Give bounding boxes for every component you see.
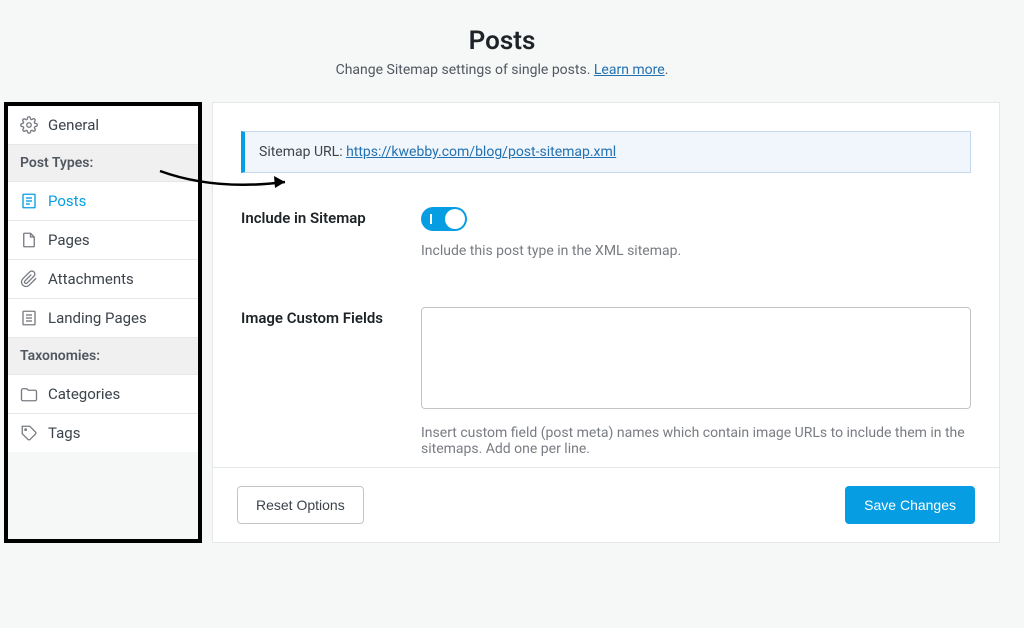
sidebar-item-label: Attachments [48, 270, 134, 288]
sidebar-item-landing-pages[interactable]: Landing Pages [8, 299, 198, 338]
sitemap-url-link[interactable]: https://kwebby.com/blog/post-sitemap.xml [346, 144, 616, 160]
image-custom-fields-help: Insert custom field (post meta) names wh… [421, 425, 971, 457]
sidebar-item-label: Tags [48, 424, 80, 442]
include-in-sitemap-toggle[interactable] [421, 207, 467, 231]
paperclip-icon [20, 270, 38, 288]
tag-icon [20, 424, 38, 442]
sidebar-section-post-types: Post Types: [8, 145, 198, 182]
sidebar-item-posts[interactable]: Posts [8, 182, 198, 221]
sidebar-item-general[interactable]: General [8, 106, 198, 145]
document-icon [20, 309, 38, 327]
reset-button[interactable]: Reset Options [237, 486, 364, 524]
page-title: Posts [4, 26, 1000, 56]
sitemap-url-notice: Sitemap URL: https://kwebby.com/blog/pos… [241, 131, 971, 173]
sidebar-item-categories[interactable]: Categories [8, 375, 198, 414]
include-help-text: Include this post type in the XML sitema… [421, 243, 971, 259]
sidebar-section-taxonomies: Taxonomies: [8, 338, 198, 375]
folder-icon [20, 385, 38, 403]
page-subtitle: Change Sitemap settings of single posts.… [4, 62, 1000, 78]
sidebar-item-tags[interactable]: Tags [8, 414, 198, 452]
sidebar-item-label: Posts [48, 192, 86, 210]
image-custom-fields-label: Image Custom Fields [241, 307, 421, 327]
sidebar-item-attachments[interactable]: Attachments [8, 260, 198, 299]
include-in-sitemap-label: Include in Sitemap [241, 207, 421, 227]
sidebar-item-label: General [48, 116, 99, 134]
page-header: Posts Change Sitemap settings of single … [4, 4, 1000, 84]
sidebar-item-label: Landing Pages [48, 309, 147, 327]
sidebar-item-label: Pages [48, 231, 90, 249]
save-button[interactable]: Save Changes [845, 486, 975, 524]
content-panel: Sitemap URL: https://kwebby.com/blog/pos… [212, 102, 1000, 543]
learn-more-link[interactable]: Learn more [594, 62, 665, 78]
form-footer: Reset Options Save Changes [213, 467, 999, 542]
page-icon [20, 231, 38, 249]
sidebar: General Post Types: Posts Pages Attac [4, 102, 202, 543]
sidebar-item-pages[interactable]: Pages [8, 221, 198, 260]
image-custom-fields-input[interactable] [421, 307, 971, 409]
notice-label: Sitemap URL: [259, 144, 346, 160]
sidebar-item-label: Categories [48, 385, 120, 403]
gear-icon [20, 116, 38, 134]
post-icon [20, 192, 38, 210]
